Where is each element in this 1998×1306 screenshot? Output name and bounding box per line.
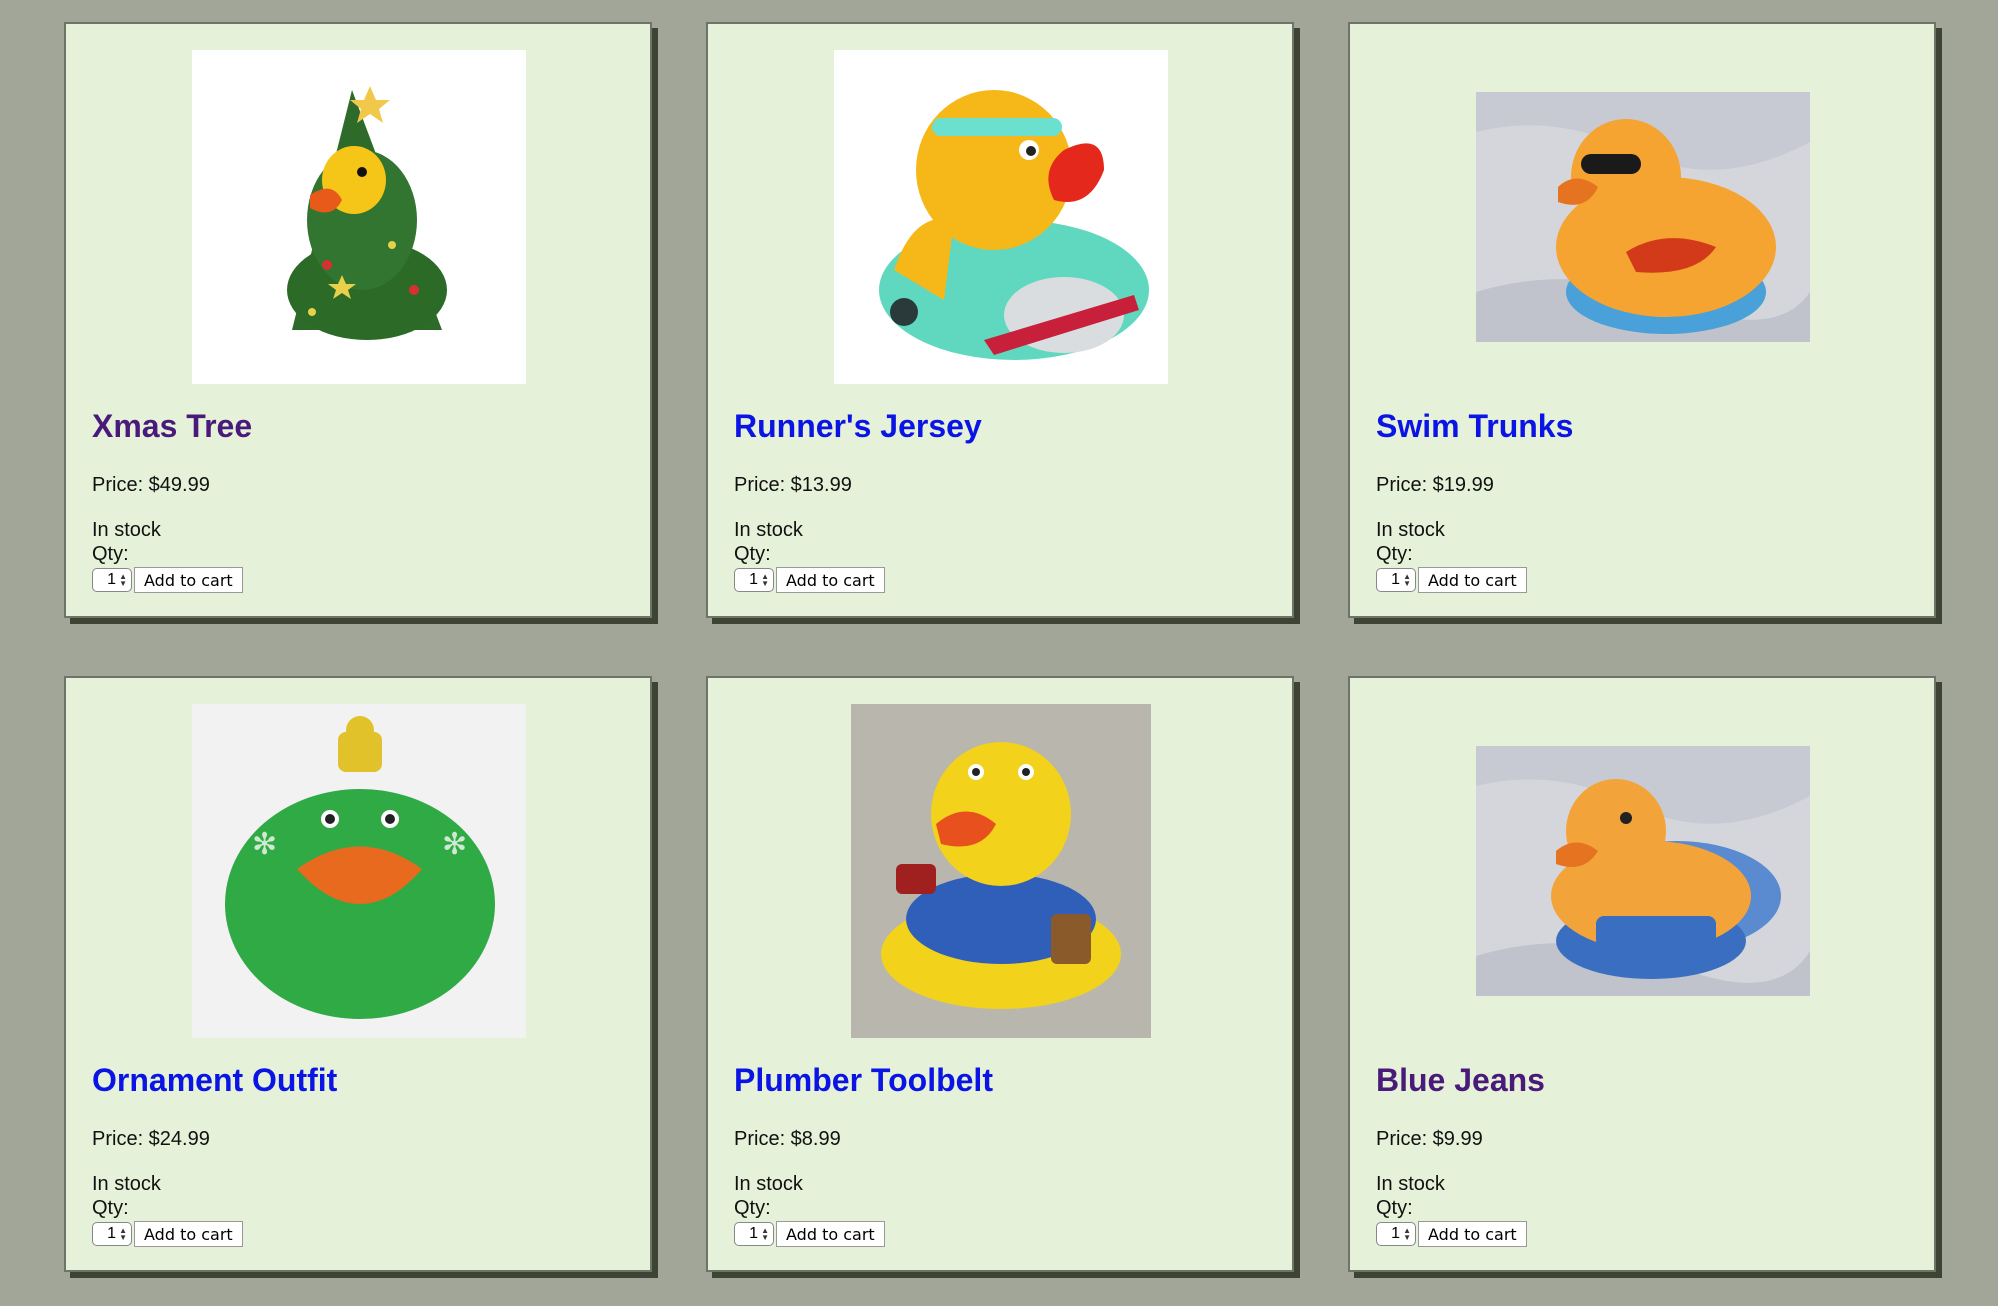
stock-block: In stock Qty: [734,1172,803,1220]
product-image-frame [834,50,1168,384]
ornament-outfit-duck-image[interactable]: ✻ ✻ [192,704,526,1038]
qty-label: Qty: [734,543,771,565]
quantity-value: 1 [107,1225,117,1242]
product-card: Swim Trunks Price: $19.99 In stock Qty: … [1348,22,1936,618]
quantity-stepper[interactable]: 1 ▲ ▼ [734,1222,774,1246]
cart-controls: 1 ▲ ▼ Add to cart [92,1221,243,1247]
qty-label: Qty: [1376,543,1413,565]
product-title-link[interactable]: Plumber Toolbelt [734,1062,993,1099]
product-image-frame: ✻ ✻ [192,704,526,1038]
stock-status: In stock [734,519,803,541]
product-card: Blue Jeans Price: $9.99 In stock Qty: 1 … [1348,676,1936,1272]
stepper-arrows-icon[interactable]: ▲ ▼ [761,573,769,588]
product-image-frame [1476,50,1810,384]
add-to-cart-button[interactable]: Add to cart [776,1221,885,1247]
quantity-stepper[interactable]: 1 ▲ ▼ [1376,568,1416,592]
xmas-tree-duck-image[interactable] [192,50,526,384]
quantity-value: 1 [107,571,117,588]
product-card: Runner's Jersey Price: $13.99 In stock Q… [706,22,1294,618]
stock-status: In stock [1376,519,1445,541]
qty-label: Qty: [1376,1197,1413,1219]
svg-text:✻: ✻ [252,827,277,862]
product-title-link[interactable]: Xmas Tree [92,408,252,445]
quantity-value: 1 [749,571,759,588]
cart-controls: 1 ▲ ▼ Add to cart [92,567,243,593]
product-card: Plumber Toolbelt Price: $8.99 In stock Q… [706,676,1294,1272]
qty-label: Qty: [734,1197,771,1219]
quantity-value: 1 [749,1225,759,1242]
stepper-arrows-icon[interactable]: ▲ ▼ [119,1227,127,1242]
stock-status: In stock [92,519,161,541]
product-image-frame [1476,704,1810,1038]
swim-trunks-duck-image[interactable] [1476,92,1810,342]
quantity-stepper[interactable]: 1 ▲ ▼ [92,568,132,592]
product-card: Xmas Tree Price: $49.99 In stock Qty: 1 … [64,22,652,618]
product-title-link[interactable]: Blue Jeans [1376,1062,1545,1099]
add-to-cart-button[interactable]: Add to cart [134,1221,243,1247]
stock-block: In stock Qty: [1376,518,1445,566]
stock-status: In stock [92,1173,161,1195]
product-price: Price: $19.99 [1376,474,1494,496]
product-title-link[interactable]: Runner's Jersey [734,408,982,445]
product-price: Price: $24.99 [92,1128,210,1150]
quantity-stepper[interactable]: 1 ▲ ▼ [92,1222,132,1246]
stock-status: In stock [734,1173,803,1195]
quantity-value: 1 [1391,1225,1401,1242]
stock-block: In stock Qty: [92,1172,161,1220]
quantity-value: 1 [1391,571,1401,588]
stock-block: In stock Qty: [1376,1172,1445,1220]
stepper-arrows-icon[interactable]: ▲ ▼ [761,1227,769,1242]
plumber-toolbelt-duck-image[interactable] [851,704,1151,1038]
product-card: ✻ ✻ Ornament Outfit Price: $24.99 In sto… [64,676,652,1272]
qty-label: Qty: [92,1197,129,1219]
product-price: Price: $49.99 [92,474,210,496]
add-to-cart-button[interactable]: Add to cart [1418,1221,1527,1247]
cart-controls: 1 ▲ ▼ Add to cart [734,1221,885,1247]
qty-label: Qty: [92,543,129,565]
stepper-arrows-icon[interactable]: ▲ ▼ [1403,573,1411,588]
stock-status: In stock [1376,1173,1445,1195]
product-grid: Xmas Tree Price: $49.99 In stock Qty: 1 … [0,0,1998,1306]
stock-block: In stock Qty: [734,518,803,566]
add-to-cart-button[interactable]: Add to cart [1418,567,1527,593]
product-image-frame [192,50,526,384]
product-price: Price: $9.99 [1376,1128,1483,1150]
add-to-cart-button[interactable]: Add to cart [776,567,885,593]
svg-text:✻: ✻ [442,827,467,862]
stepper-arrows-icon[interactable]: ▲ ▼ [119,573,127,588]
product-image-frame [834,704,1168,1038]
add-to-cart-button[interactable]: Add to cart [134,567,243,593]
stock-block: In stock Qty: [92,518,161,566]
runners-jersey-duck-image[interactable] [834,50,1168,384]
product-title-link[interactable]: Swim Trunks [1376,408,1573,445]
cart-controls: 1 ▲ ▼ Add to cart [1376,567,1527,593]
blue-jeans-duck-image[interactable] [1476,746,1810,996]
quantity-stepper[interactable]: 1 ▲ ▼ [1376,1222,1416,1246]
product-title-link[interactable]: Ornament Outfit [92,1062,337,1099]
product-price: Price: $8.99 [734,1128,841,1150]
cart-controls: 1 ▲ ▼ Add to cart [1376,1221,1527,1247]
product-price: Price: $13.99 [734,474,852,496]
stepper-arrows-icon[interactable]: ▲ ▼ [1403,1227,1411,1242]
quantity-stepper[interactable]: 1 ▲ ▼ [734,568,774,592]
cart-controls: 1 ▲ ▼ Add to cart [734,567,885,593]
